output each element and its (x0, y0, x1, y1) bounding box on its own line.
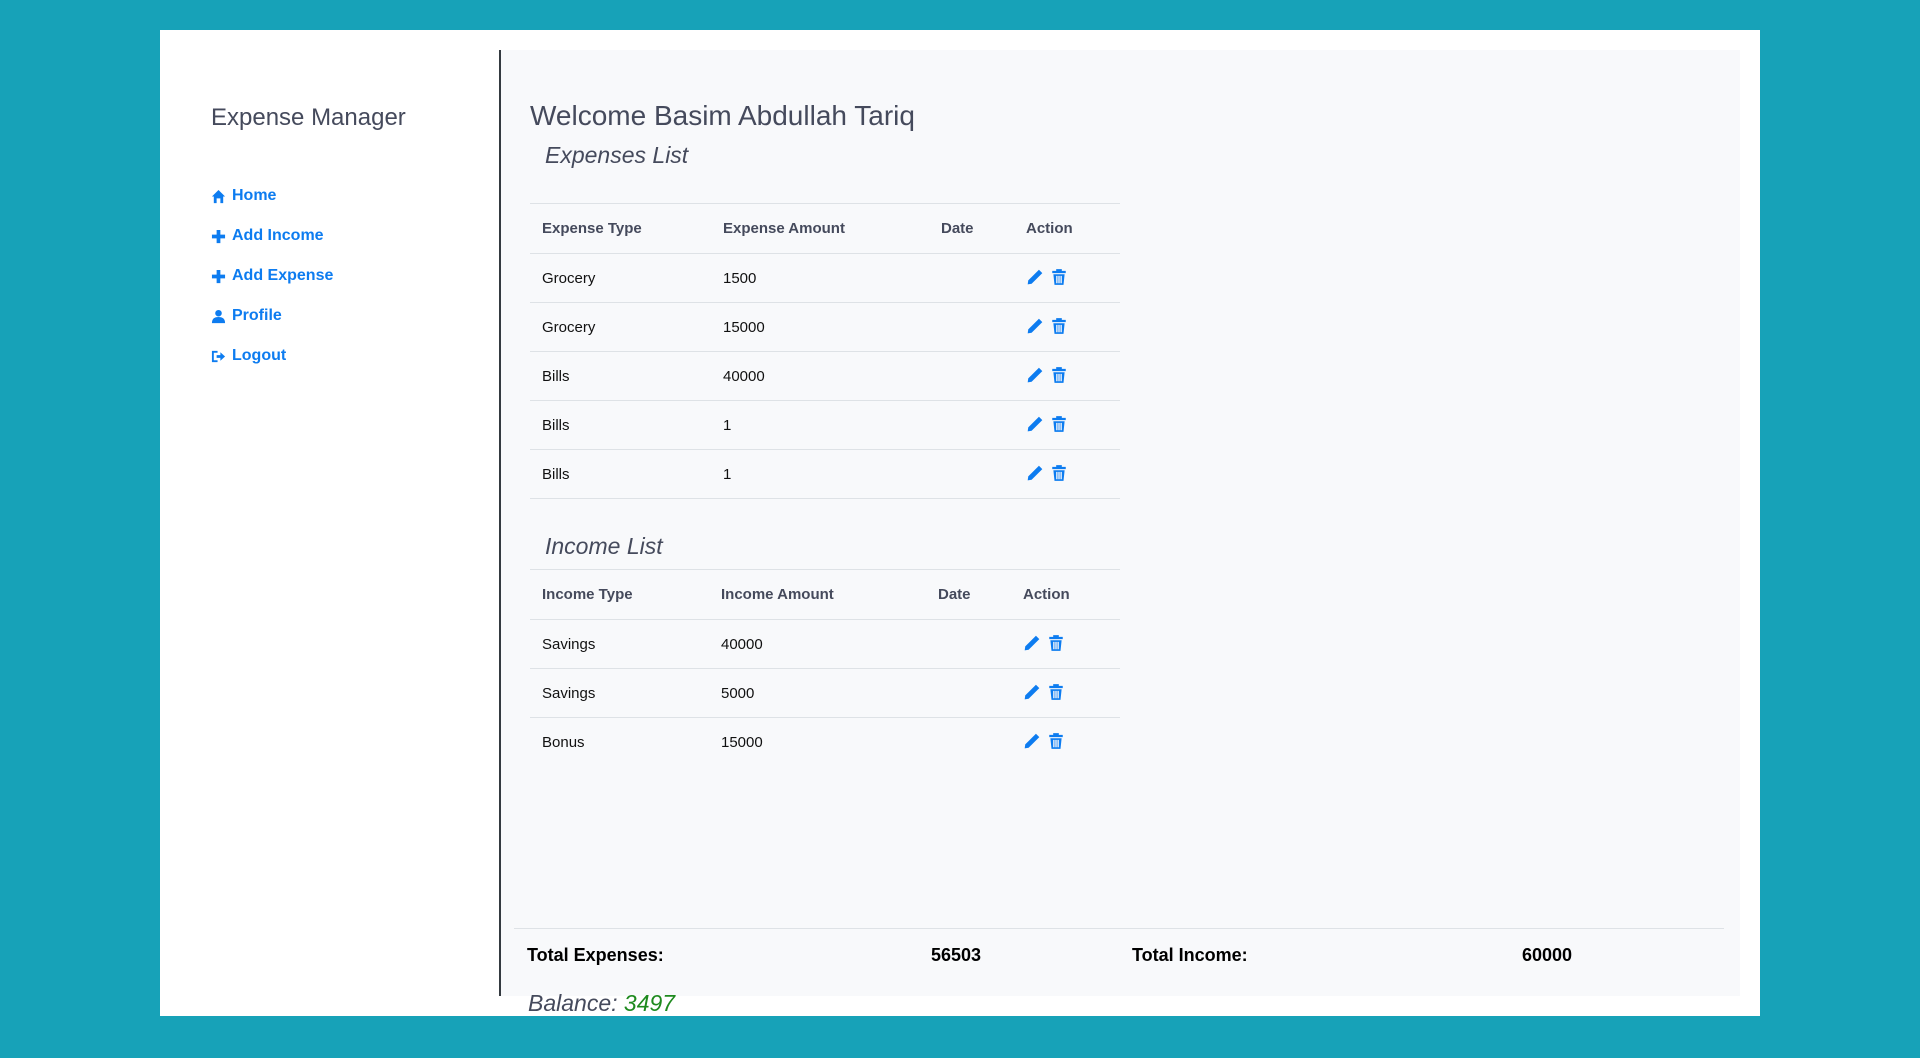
income-date-cell (926, 668, 1011, 718)
action-cell (1014, 253, 1120, 303)
income-type-cell: Savings (530, 619, 709, 669)
expenses-title: Expenses List (545, 142, 689, 168)
table-row: Savings 5000 (530, 668, 1120, 718)
income-amount-cell: 15000 (721, 733, 763, 751)
sidebar-item-add-expense[interactable]: Add Expense (211, 264, 333, 288)
income-table: Income Type Income Amount Date Action Sa… (530, 569, 1120, 766)
user-icon (211, 309, 226, 323)
totals-divider (514, 928, 1724, 929)
edit-icon[interactable] (1023, 732, 1043, 752)
expense-type-cell: Grocery (530, 302, 711, 352)
expenses-table: Expense Type Expense Amount Date Action … (530, 203, 1120, 499)
trash-icon[interactable] (1050, 464, 1070, 484)
expense-amount-cell: 1 (711, 400, 929, 450)
action-cell (1011, 668, 1120, 718)
income-date-cell (926, 718, 1011, 767)
edit-icon[interactable] (1023, 634, 1043, 654)
trash-icon[interactable] (1047, 732, 1067, 752)
expense-date-cell (929, 449, 1014, 499)
balance-label: Balance: (528, 990, 618, 1016)
trash-icon[interactable] (1050, 268, 1070, 288)
edit-icon[interactable] (1026, 317, 1046, 337)
total-income-value: 60000 (1522, 945, 1573, 965)
expense-date-cell (929, 400, 1014, 450)
main-content: Welcome Basim Abdullah Tariq Expenses Li… (501, 50, 1740, 996)
sidebar-item-home[interactable]: Home (211, 184, 276, 208)
expense-date-cell (929, 351, 1014, 401)
trash-icon[interactable] (1050, 317, 1070, 337)
sidebar-item-logout[interactable]: Logout (211, 344, 286, 368)
income-amount-cell: 5000 (709, 668, 926, 718)
home-icon (211, 189, 226, 203)
trash-icon[interactable] (1050, 366, 1070, 386)
sidebar-item-label: Add Income (232, 227, 324, 244)
column-header: Date (926, 569, 1011, 620)
total-expenses-label: Total Expenses: (527, 945, 664, 965)
column-header: Income Amount (709, 569, 926, 620)
edit-icon[interactable] (1026, 268, 1046, 288)
expense-date-cell (929, 253, 1014, 303)
balance-value: 3497 (623, 990, 676, 1016)
action-cell (1011, 718, 1120, 767)
edit-icon[interactable] (1026, 415, 1046, 435)
edit-icon[interactable] (1026, 366, 1046, 386)
expense-type-cell: Grocery (530, 253, 711, 303)
total-income-label: Total Income: (1132, 945, 1248, 965)
sidebar-item-label: Home (232, 187, 277, 204)
table-row: Savings 40000 (530, 619, 1120, 669)
app-title: Expense Manager (211, 104, 406, 131)
expense-type-cell: Bills (530, 351, 711, 401)
expense-amount-cell: 1 (711, 449, 929, 499)
sidebar-item-profile[interactable]: Profile (211, 304, 282, 328)
table-header-row: Income Type Income Amount Date Action (530, 569, 1120, 620)
table-header-row: Expense Type Expense Amount Date Action (530, 203, 1120, 254)
table-row: Grocery 1500 (530, 253, 1120, 303)
income-type-cell: Savings (530, 668, 709, 718)
expense-amount-cell: 15000 (711, 302, 929, 352)
action-cell (1014, 449, 1120, 499)
total-expenses-value: 56503 (931, 945, 982, 965)
action-cell (1014, 400, 1120, 450)
action-cell (1014, 351, 1120, 401)
table-row: Grocery 15000 (530, 302, 1120, 352)
table-row: Bills 1 (530, 400, 1120, 450)
column-header: Expense Type (530, 203, 711, 254)
app-card: Expense Manager Home Add Income Add Expe… (160, 30, 1760, 1016)
income-amount-cell: 40000 (709, 619, 926, 669)
column-header: Income Type (530, 569, 709, 620)
sidebar: Expense Manager Home Add Income Add Expe… (180, 50, 501, 996)
sidebar-item-label: Profile (232, 307, 282, 324)
action-cell (1014, 302, 1120, 352)
expense-amount-cell: 40000 (711, 351, 929, 401)
table-row: Bonus 15000 (530, 718, 1120, 767)
expense-type-cell: Bills (530, 449, 711, 499)
sidebar-item-label: Add Expense (232, 267, 334, 284)
income-title: Income List (545, 533, 663, 559)
column-header: Action (1011, 569, 1120, 620)
expense-date-cell (929, 302, 1014, 352)
trash-icon[interactable] (1050, 415, 1070, 435)
trash-icon[interactable] (1047, 634, 1067, 654)
column-header: Expense Amount (711, 203, 929, 254)
column-header: Action (1014, 203, 1120, 254)
edit-icon[interactable] (1023, 683, 1043, 703)
plus-icon (211, 269, 226, 283)
expense-amount-cell: 1500 (711, 253, 929, 303)
plus-icon (211, 229, 226, 243)
edit-icon[interactable] (1026, 464, 1046, 484)
column-header: Date (929, 203, 1014, 254)
sidebar-item-add-income[interactable]: Add Income (211, 224, 324, 248)
table-row: Bills 40000 (530, 351, 1120, 401)
logout-icon (211, 350, 226, 362)
sidebar-item-label: Logout (232, 347, 287, 364)
balance: Balance: 3497 (528, 990, 675, 1017)
expense-type-cell: Bills (530, 400, 711, 450)
income-date-cell (926, 619, 1011, 669)
welcome-heading: Welcome Basim Abdullah Tariq (530, 100, 915, 131)
action-cell (1011, 619, 1120, 669)
income-type-cell: Bonus (542, 733, 585, 751)
table-row: Bills 1 (530, 449, 1120, 499)
trash-icon[interactable] (1047, 683, 1067, 703)
